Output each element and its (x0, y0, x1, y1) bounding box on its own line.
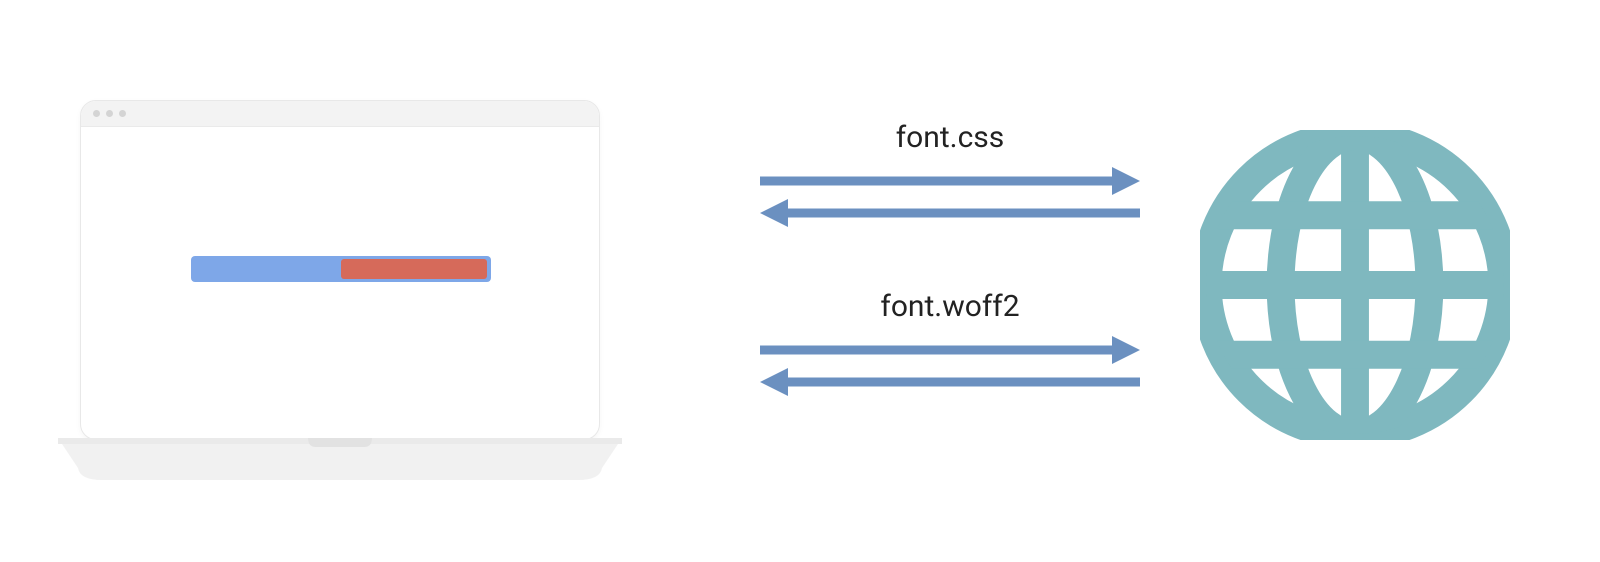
request-css: font.css (760, 120, 1140, 229)
window-dot-icon (106, 110, 113, 117)
globe-icon (1200, 130, 1510, 440)
arrow-left-icon (760, 366, 1140, 398)
request-arrows: font.css font.woff2 (760, 120, 1140, 458)
arrow-right-icon (760, 334, 1140, 366)
request-woff2-label: font.woff2 (760, 289, 1140, 324)
client-laptop (80, 100, 600, 480)
window-dot-icon (119, 110, 126, 117)
progress-bar-remaining (341, 259, 487, 279)
loading-progress-bar (191, 256, 491, 282)
browser-window (80, 100, 600, 440)
browser-titlebar (81, 101, 599, 127)
request-css-label: font.css (760, 120, 1140, 155)
arrow-right-icon (760, 165, 1140, 197)
arrow-left-icon (760, 197, 1140, 229)
window-dot-icon (93, 110, 100, 117)
request-woff2: font.woff2 (760, 289, 1140, 398)
laptop-base-icon (58, 438, 622, 480)
